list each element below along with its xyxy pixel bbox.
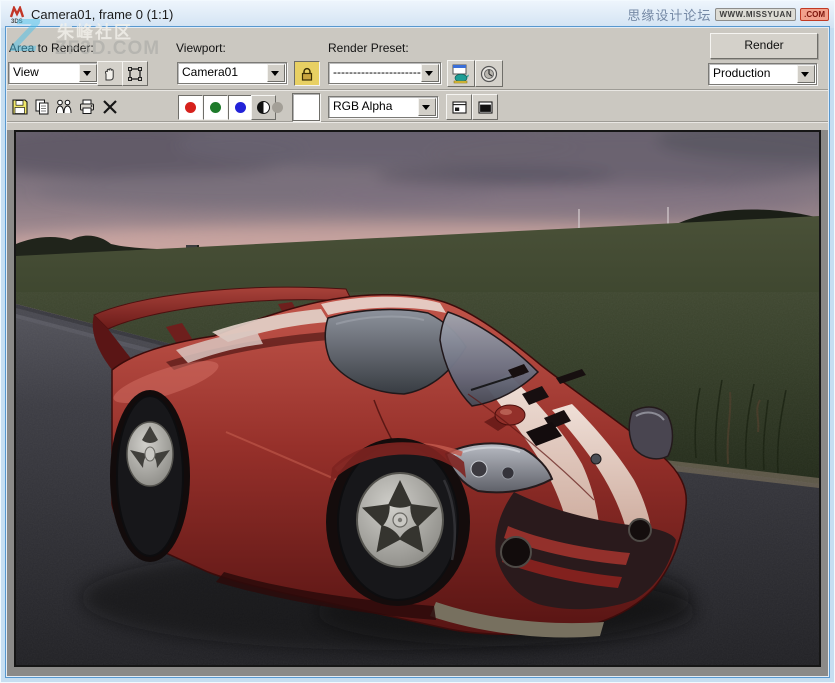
save-image-button[interactable] xyxy=(9,96,31,118)
clone-window-button[interactable] xyxy=(53,96,75,118)
blue-channel-icon xyxy=(235,102,246,113)
rendered-image-frame xyxy=(14,130,821,667)
watermark-url-box: WWW.MISSYUAN xyxy=(715,8,796,21)
3ds-max-icon: 3DS xyxy=(9,6,29,24)
rendered-image xyxy=(16,132,819,665)
environment-exposure-button[interactable] xyxy=(475,60,503,87)
green-channel-button[interactable] xyxy=(203,95,228,120)
pan-region-button[interactable] xyxy=(97,61,123,86)
chevron-down-icon[interactable] xyxy=(267,64,285,82)
clone-window-icon xyxy=(54,98,74,116)
viper-badge xyxy=(591,454,601,464)
fog-light xyxy=(501,537,531,567)
rear-wheel xyxy=(117,396,183,556)
channel-display-value: RGB Alpha xyxy=(333,99,418,113)
client-area: Z 朱峰社区 ZF3D.COM Area to Render: View xyxy=(7,28,828,676)
render-setup-teapot-icon xyxy=(451,64,471,84)
viewport-value: Camera01 xyxy=(182,65,267,79)
channel-display-dropdown[interactable]: RGB Alpha xyxy=(328,96,438,118)
titlebar-watermark: 思缘设计论坛 WWW.MISSYUAN .COM xyxy=(627,5,829,24)
save-floppy-icon xyxy=(11,98,29,116)
printer-icon xyxy=(78,98,96,116)
alpha-channel-icon xyxy=(272,102,283,113)
render-preset-dropdown[interactable]: ------------------------ xyxy=(328,62,441,84)
chevron-down-icon[interactable] xyxy=(79,64,97,82)
chevron-down-icon[interactable] xyxy=(418,98,436,116)
svg-text:3DS: 3DS xyxy=(11,19,23,24)
viewport-lock-button[interactable] xyxy=(294,61,320,86)
red-channel-button[interactable] xyxy=(178,95,203,120)
rendered-frame-window: 3DS Camera01, frame 0 (1:1) 思缘设计论坛 WWW.M… xyxy=(0,0,835,683)
copy-icon xyxy=(33,98,51,116)
alpha-channel-button[interactable] xyxy=(266,96,288,118)
toggle-ui-icon xyxy=(477,99,494,116)
edit-region-button[interactable] xyxy=(122,61,148,86)
watermark-tld-box: .COM xyxy=(800,8,829,21)
area-to-render-dropdown[interactable]: View xyxy=(8,62,99,84)
exposure-gauge-icon xyxy=(479,64,499,84)
chevron-down-icon[interactable] xyxy=(797,65,815,83)
blue-channel-button[interactable] xyxy=(228,95,253,120)
red-channel-icon xyxy=(185,102,196,113)
fog-light xyxy=(629,519,651,541)
viewport-dropdown[interactable]: Camera01 xyxy=(177,62,287,84)
clear-x-icon xyxy=(101,98,119,116)
render-mode-value: Production xyxy=(713,66,797,80)
window-title: Camera01, frame 0 (1:1) xyxy=(31,7,173,22)
toolbar-divider-highlight xyxy=(7,90,828,91)
render-button[interactable]: Render xyxy=(710,33,818,59)
green-channel-icon xyxy=(210,102,221,113)
region-marquee-icon xyxy=(127,66,143,82)
render-mode-dropdown[interactable]: Production xyxy=(708,63,817,85)
clear-image-button[interactable] xyxy=(99,96,121,118)
toggle-ui-overlays-button[interactable] xyxy=(446,94,472,120)
toggle-ui-button[interactable] xyxy=(472,94,498,120)
watermark-forum-text: 思缘设计论坛 xyxy=(627,5,711,24)
area-to-render-value: View xyxy=(13,65,79,79)
copy-image-button[interactable] xyxy=(31,96,53,118)
render-setup-button[interactable] xyxy=(447,60,475,87)
hand-icon xyxy=(102,66,118,82)
toolbar-divider2-highlight xyxy=(7,122,828,123)
front-wheel xyxy=(338,444,458,600)
viewport-label: Viewport: xyxy=(176,41,226,55)
render-toolbar: Z 朱峰社区 ZF3D.COM Area to Render: View xyxy=(7,28,828,130)
render-preset-label: Render Preset: xyxy=(328,41,409,55)
titlebar[interactable]: 3DS Camera01, frame 0 (1:1) 思缘设计论坛 WWW.M… xyxy=(1,1,834,28)
lock-icon xyxy=(299,66,315,82)
area-to-render-label: Area to Render: xyxy=(9,41,94,55)
print-image-button[interactable] xyxy=(76,96,98,118)
toggle-ui-overlays-icon xyxy=(451,99,468,116)
background-color-swatch[interactable] xyxy=(292,93,320,121)
render-preset-value: ------------------------ xyxy=(333,65,421,79)
chevron-down-icon[interactable] xyxy=(421,64,439,82)
